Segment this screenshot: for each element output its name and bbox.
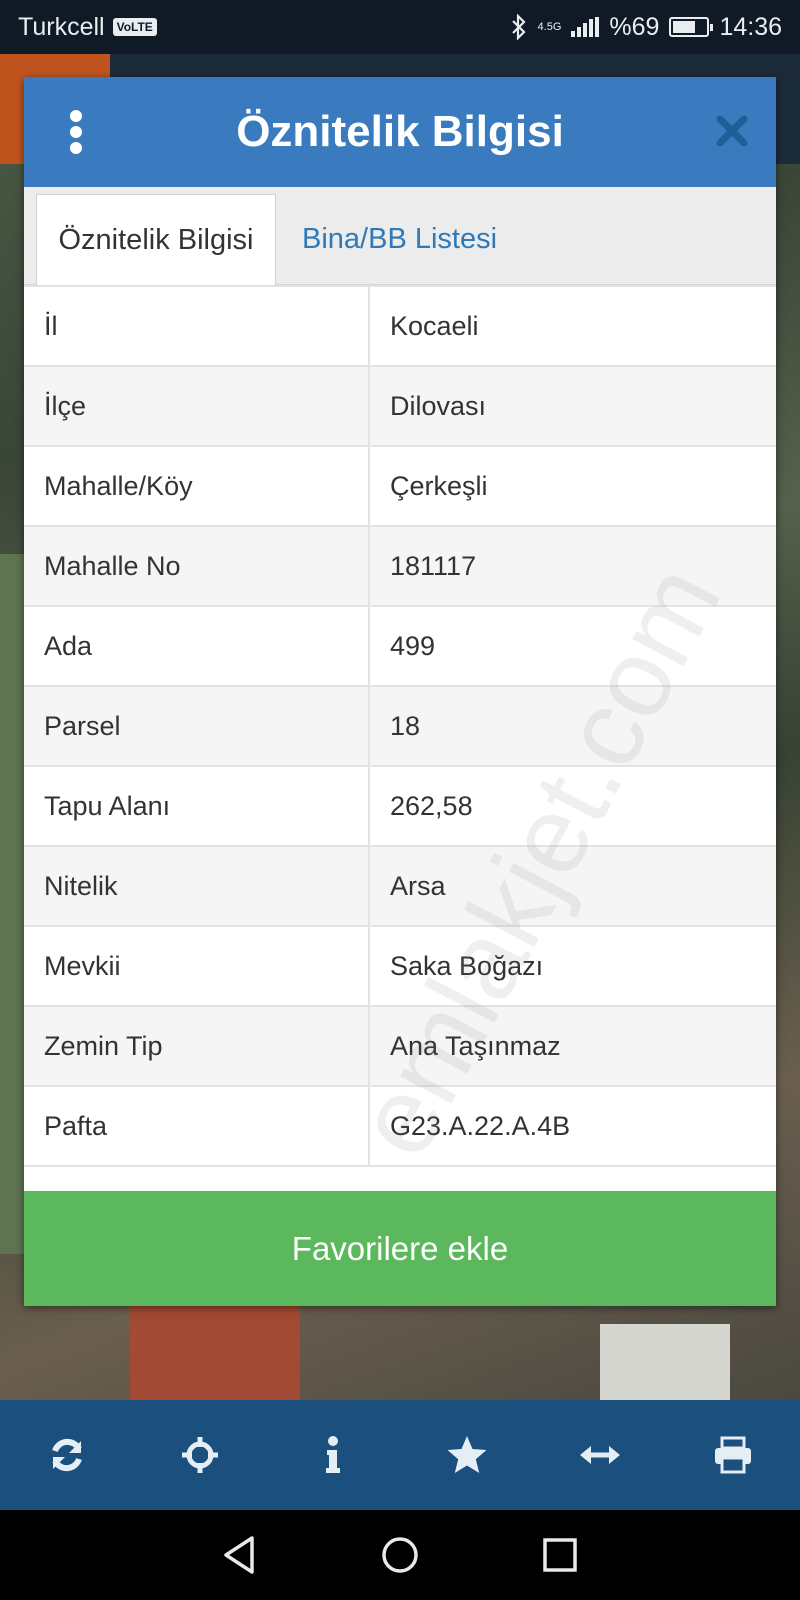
dialog-title: Öznitelik Bilgisi	[236, 107, 564, 156]
table-row: Mevkii Saka Boğazı	[24, 925, 776, 1007]
table-row: Nitelik Arsa	[24, 845, 776, 927]
tab-building-list[interactable]: Bina/BB Listesi	[276, 194, 517, 284]
table-row: Tapu Alanı 262,58	[24, 765, 776, 847]
signal-icon	[571, 17, 600, 37]
status-right: 4.5G %69 14:36	[510, 13, 782, 42]
crosshair-icon[interactable]	[160, 1415, 240, 1495]
attribute-key: Ada	[24, 605, 370, 687]
attribute-value: 18	[369, 685, 776, 767]
attribute-key: İlçe	[24, 365, 370, 447]
network-type: 4.5G	[537, 20, 562, 33]
recents-icon[interactable]	[530, 1525, 590, 1585]
table-row: Pafta G23.A.22.A.4B	[24, 1085, 776, 1167]
close-icon[interactable]	[714, 113, 750, 149]
bluetooth-icon	[511, 14, 526, 40]
table-row: İl Kocaeli	[24, 285, 776, 367]
attribute-key: Zemin Tip	[24, 1005, 370, 1087]
attribute-key: Tapu Alanı	[24, 765, 370, 847]
attribute-value: 181117	[369, 525, 776, 607]
back-icon[interactable]	[210, 1525, 270, 1585]
battery-fill	[673, 21, 696, 33]
attribute-key: Parsel	[24, 685, 370, 767]
attribute-value: Arsa	[369, 845, 776, 927]
battery-icon	[669, 17, 714, 37]
attribute-value: 262,58	[369, 765, 776, 847]
volte-badge: VoLTE	[112, 18, 157, 36]
attribute-key: Mahalle/Köy	[24, 445, 370, 527]
attribute-dialog: Öznitelik Bilgisi Öznitelik Bilgisi Bina…	[24, 77, 776, 1306]
table-row: Mahalle/Köy Çerkeşli	[24, 445, 776, 527]
attribute-value: G23.A.22.A.4B	[369, 1085, 776, 1167]
status-left: Turkcell VoLTE	[18, 13, 157, 42]
attribute-value: Kocaeli	[369, 285, 776, 367]
star-icon[interactable]	[427, 1415, 507, 1495]
map-feature	[130, 1304, 300, 1400]
attribute-value: Çerkeşli	[369, 445, 776, 527]
attribute-value: Saka Boğazı	[369, 925, 776, 1007]
attribute-table: İl Kocaeli İlçe Dilovası Mahalle/Köy Çerkeşli…	[24, 285, 776, 1167]
table-row: Parsel 18	[24, 685, 776, 767]
measure-icon[interactable]	[560, 1415, 640, 1495]
tab-attribute-info[interactable]: Öznitelik Bilgisi	[36, 194, 276, 285]
status-bar: Turkcell VoLTE 4.5G %69 14:36	[0, 0, 800, 54]
home-icon[interactable]	[370, 1525, 430, 1585]
attribute-key: Mahalle No	[24, 525, 370, 607]
attribute-value: Dilovası	[369, 365, 776, 447]
refresh-icon[interactable]	[27, 1415, 107, 1495]
attribute-key: Mevkii	[24, 925, 370, 1007]
table-row: İlçe Dilovası	[24, 365, 776, 447]
attribute-key: Nitelik	[24, 845, 370, 927]
info-icon[interactable]	[293, 1415, 373, 1495]
print-icon[interactable]	[693, 1415, 773, 1495]
system-nav-bar	[0, 1510, 800, 1600]
more-vertical-icon[interactable]	[68, 110, 84, 154]
attribute-key: Pafta	[24, 1085, 370, 1167]
table-row: Mahalle No 181117	[24, 525, 776, 607]
dialog-header: Öznitelik Bilgisi	[24, 77, 776, 187]
table-row: Ada 499	[24, 605, 776, 687]
attribute-value: Ana Taşınmaz	[369, 1005, 776, 1087]
carrier-name: Turkcell	[18, 12, 105, 41]
map-feature	[600, 1324, 730, 1400]
attribute-key: İl	[24, 285, 370, 367]
bottom-toolbar	[0, 1400, 800, 1510]
table-row: Zemin Tip Ana Taşınmaz	[24, 1005, 776, 1087]
battery-percent: %69	[609, 12, 660, 41]
attribute-value: 499	[369, 605, 776, 687]
clock: 14:36	[719, 12, 782, 41]
add-to-favorites-button[interactable]: Favorilere ekle	[24, 1191, 776, 1306]
tab-bar: Öznitelik Bilgisi Bina/BB Listesi	[24, 187, 776, 285]
